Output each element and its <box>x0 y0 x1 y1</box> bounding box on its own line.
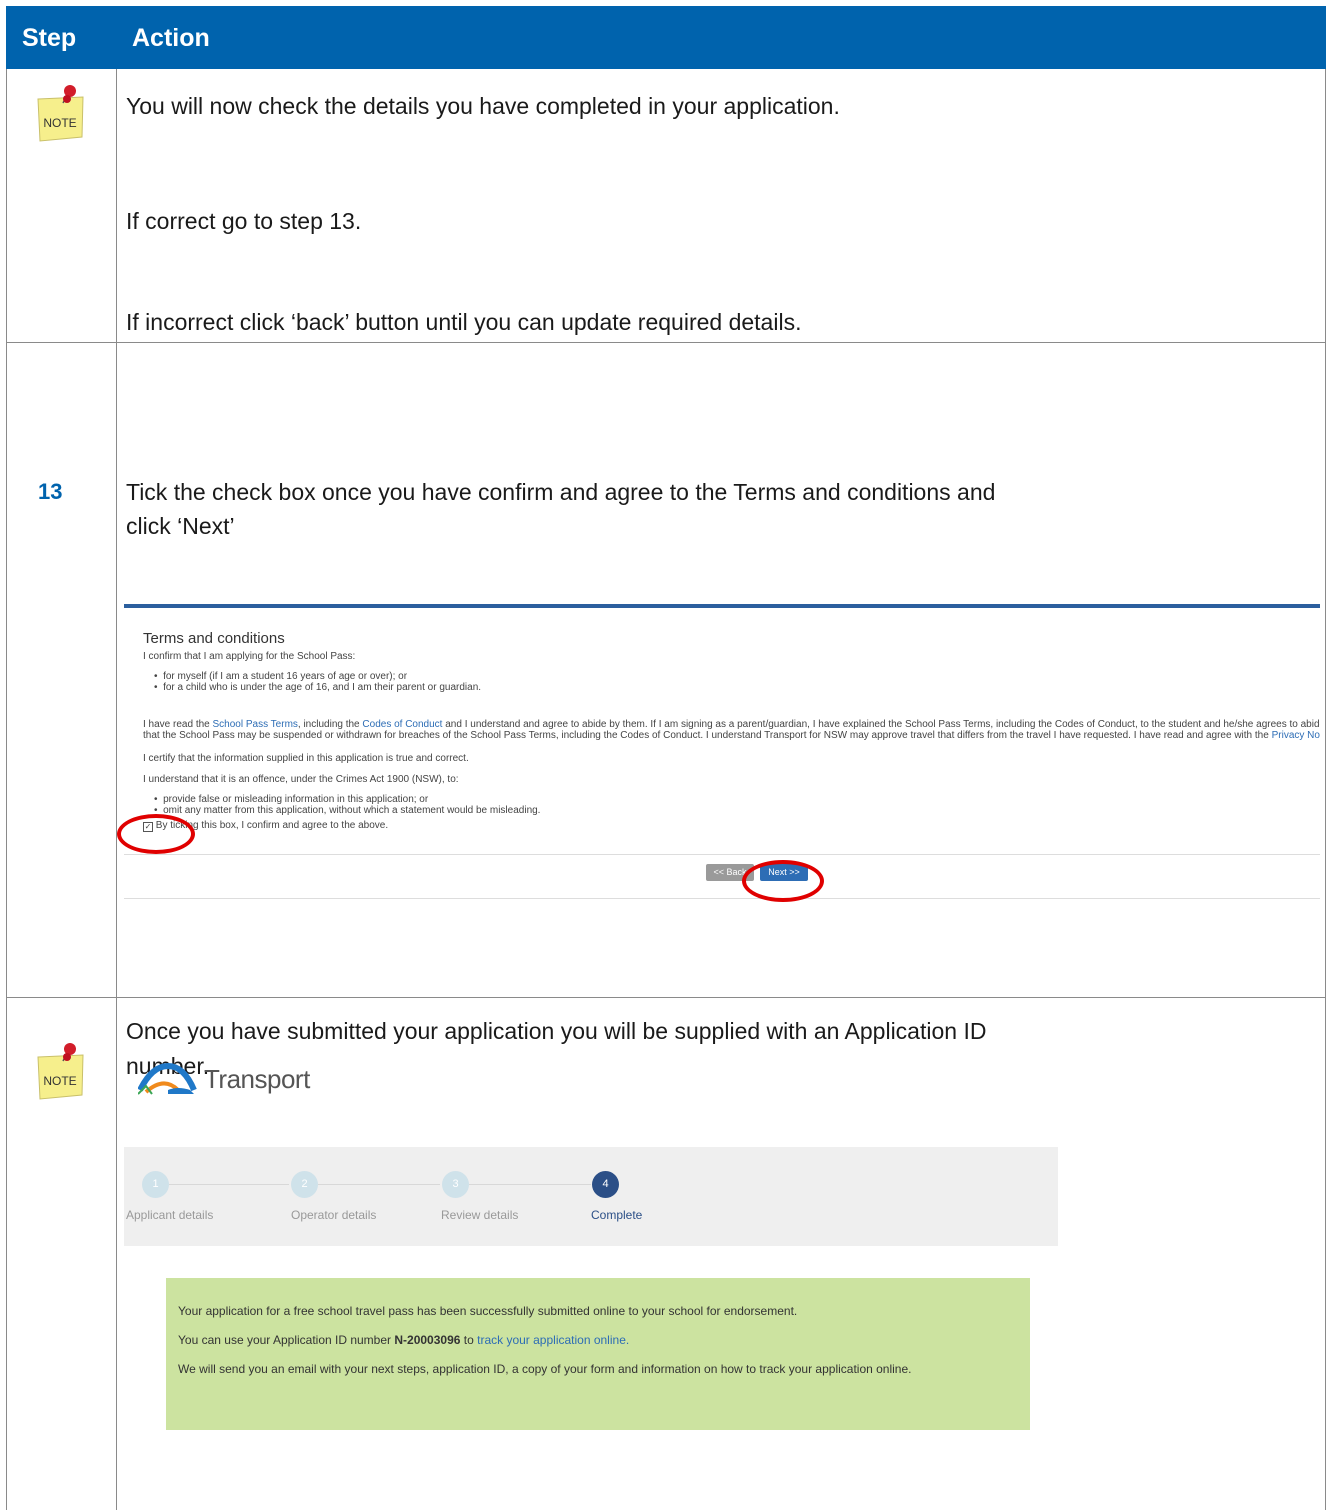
divider <box>124 898 1320 899</box>
terms-bullet: • for myself (if I am a student 16 years… <box>154 671 408 682</box>
row3-text-1: Once you have submitted your application… <box>126 1018 987 1044</box>
step-circle-4: 4 <box>592 1171 619 1198</box>
step-label-3: Review details <box>441 1208 519 1222</box>
privacy-notice-link[interactable]: Privacy Notice <box>1272 730 1320 741</box>
terms-certify: I certify that the information supplied … <box>143 753 469 764</box>
header-action: Action <box>132 24 210 52</box>
step-circle-3: 3 <box>442 1171 469 1198</box>
application-id: N-20003096 <box>394 1333 461 1347</box>
note-icon: NOTE <box>37 1043 84 1100</box>
terms-bullet: • provide false or misleading informatio… <box>154 794 429 805</box>
terms-paragraph: I have read the School Pass Terms, inclu… <box>143 719 1320 730</box>
terms-bullet: • omit any matter from this application,… <box>154 805 541 816</box>
row1-text-1: You will now check the details you have … <box>126 93 840 119</box>
note-label: NOTE <box>43 116 76 130</box>
school-pass-terms-link[interactable]: School Pass Terms <box>213 719 298 730</box>
progress-line <box>469 1184 591 1185</box>
success-message: Your application for a free school trave… <box>166 1278 1030 1430</box>
row2-text-2: click ‘Next’ <box>126 513 235 539</box>
table-header: Step Action <box>6 6 1326 69</box>
table-border-left <box>6 69 7 1510</box>
success-line-1: Your application for a free school trave… <box>178 1304 798 1318</box>
header-step: Step <box>22 24 77 52</box>
column-divider <box>116 69 117 1510</box>
row-divider <box>6 342 1326 343</box>
note-icon: NOTE <box>37 85 84 142</box>
row-divider <box>6 997 1326 998</box>
highlight-ring-next <box>742 860 824 902</box>
step-label-4: Complete <box>591 1208 643 1222</box>
progress-line <box>169 1184 289 1185</box>
success-line-3: We will send you an email with your next… <box>178 1362 912 1376</box>
transport-logo-text: Transport <box>204 1064 310 1094</box>
step-label-1: Applicant details <box>126 1208 214 1222</box>
highlight-ring-checkbox <box>117 814 195 854</box>
terms-paragraph-2: that the School Pass may be suspended or… <box>143 730 1320 741</box>
terms-screenshot: Terms and conditions I confirm that I am… <box>124 604 1320 908</box>
row2-text-1: Tick the check box once you have confirm… <box>126 479 996 505</box>
note-label: NOTE <box>43 1074 76 1088</box>
row1-text-2: If correct go to step 13. <box>126 208 362 234</box>
terms-offence: I understand that it is an offence, unde… <box>143 774 459 785</box>
codes-of-conduct-link[interactable]: Codes of Conduct <box>362 719 442 730</box>
transport-logo: Transport <box>137 1060 338 1100</box>
track-application-link[interactable]: track your application online. <box>477 1333 629 1347</box>
step-number: 13 <box>38 479 63 504</box>
row1-text-3: If incorrect click ‘back’ button until y… <box>126 309 802 335</box>
progress-line <box>318 1184 440 1185</box>
progress-steps: 1 2 3 4 Applicant details Operator detai… <box>124 1147 1058 1246</box>
success-line-2: You can use your Application ID number N… <box>178 1333 630 1347</box>
step-circle-2: 2 <box>291 1171 318 1198</box>
terms-title: Terms and conditions <box>143 630 285 647</box>
terms-confirm: I confirm that I am applying for the Sch… <box>143 651 356 662</box>
divider <box>124 854 1320 855</box>
terms-bullet: • for a child who is under the age of 16… <box>154 682 482 693</box>
step-circle-1: 1 <box>142 1171 169 1198</box>
step-label-2: Operator details <box>291 1208 377 1222</box>
